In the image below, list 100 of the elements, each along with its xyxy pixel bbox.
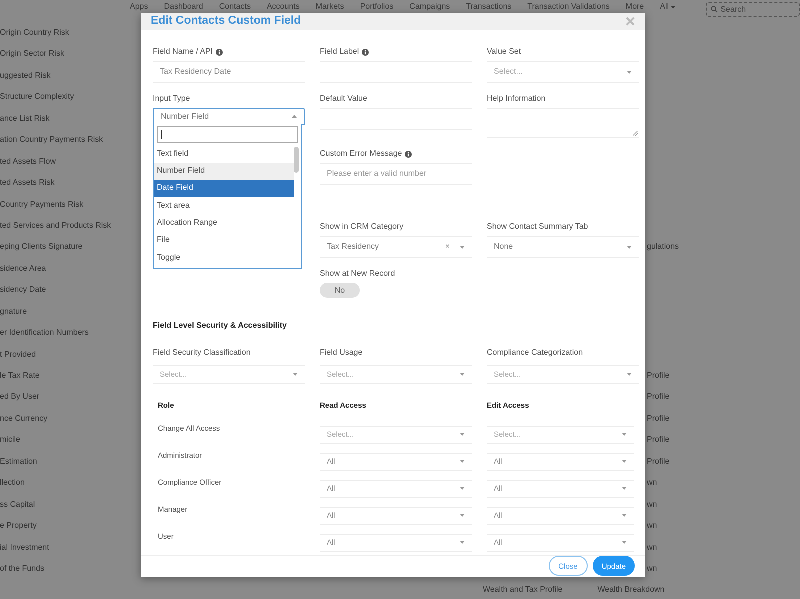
- text-field[interactable]: Tax Residency Date: [153, 61, 305, 84]
- nav-link[interactable]: Contacts: [219, 1, 251, 13]
- dropdown-option[interactable]: Allocation Range: [154, 214, 294, 232]
- dropdown-option[interactable]: File: [154, 232, 294, 250]
- list-item[interactable]: Origin Sector Risk: [0, 43, 141, 65]
- caret-icon: [622, 487, 627, 490]
- list-item[interactable]: micile: [0, 429, 141, 451]
- field-label: Help Information: [487, 95, 546, 104]
- dropdown-option[interactable]: Number Field: [154, 162, 294, 180]
- nav-link[interactable]: Portfolios: [360, 1, 394, 13]
- caret-icon: [460, 373, 465, 376]
- caret-icon: [460, 487, 465, 490]
- list-item[interactable]: Estimation: [0, 450, 141, 472]
- dropdown-option[interactable]: Text area: [154, 197, 294, 214]
- list-item[interactable]: nce Currency: [0, 408, 141, 430]
- caret-icon: [627, 70, 632, 74]
- list-item[interactable]: e Property: [0, 515, 141, 536]
- list-item[interactable]: Origin Country Risk: [0, 22, 141, 44]
- caret-icon: [460, 246, 465, 249]
- field-label: Default Value: [320, 95, 368, 104]
- resize-handle-icon: [633, 131, 638, 136]
- table-cell-text: wn: [647, 520, 658, 532]
- nav-link[interactable]: Accounts: [266, 1, 300, 13]
- field-label: Field Security Classification: [153, 348, 251, 358]
- table-cell-text: Profile: [647, 434, 671, 446]
- caret-icon: [293, 373, 298, 376]
- list-item[interactable]: er Identification Numbers: [0, 322, 141, 344]
- toggle-switch[interactable]: No: [320, 283, 360, 298]
- table-cell-text: Profile: [647, 391, 671, 404]
- caret-icon: [460, 541, 465, 544]
- select-field[interactable]: None: [487, 236, 639, 258]
- caret-icon: [622, 460, 627, 463]
- caret-icon: [622, 433, 627, 436]
- info-icon: [405, 150, 412, 158]
- list-item[interactable]: ted Assets Risk: [0, 172, 141, 194]
- list-item[interactable]: t Provided: [0, 344, 141, 365]
- modal-title: Edit Contacts Custom Field: [151, 14, 302, 29]
- caret-icon: [627, 246, 632, 249]
- table-cell-text: Profile: [647, 456, 671, 468]
- dropdown-option[interactable]: Date Field: [154, 180, 294, 198]
- list-item[interactable]: uggested Risk: [0, 64, 141, 86]
- list-item[interactable]: ial Investment: [0, 536, 141, 558]
- list-item[interactable]: ation Country Payments Risk: [0, 129, 141, 151]
- list-item[interactable]: sidency Date: [0, 279, 141, 301]
- select-field[interactable]: Select...: [487, 61, 639, 84]
- field-label: Input Type: [153, 95, 190, 104]
- field-label: Show in CRM Category: [320, 223, 404, 232]
- caret-icon: [671, 6, 676, 9]
- field-label: Show at New Record: [320, 270, 396, 278]
- table-cell-text: gulations: [647, 241, 680, 254]
- table-cell: Wealth and Tax Profile: [483, 584, 563, 596]
- nav-link[interactable]: Apps: [130, 1, 148, 13]
- caret-icon: [292, 115, 297, 118]
- nav-link[interactable]: Campaigns: [410, 1, 450, 13]
- caret-icon: [460, 514, 465, 517]
- info-icon: [216, 48, 224, 56]
- text-area[interactable]: [487, 108, 639, 138]
- table-cell-text: wn: [647, 542, 658, 554]
- field-label: Compliance Categorization: [487, 348, 584, 358]
- select-field[interactable]: Tax Residency ×: [320, 236, 472, 258]
- list-item[interactable]: ss Capital: [0, 494, 141, 516]
- nav-link[interactable]: Markets: [316, 1, 344, 13]
- nav-link[interactable]: Transactions: [466, 1, 512, 13]
- clear-button[interactable]: ×: [445, 243, 450, 252]
- nav-link[interactable]: Dashboard: [164, 1, 204, 13]
- list-item[interactable]: ed By User: [0, 386, 141, 408]
- caret-icon: [460, 433, 465, 436]
- list-item[interactable]: of the Funds: [0, 558, 141, 580]
- table-cell-text: wn: [647, 498, 658, 511]
- nav-link[interactable]: All: [660, 1, 670, 13]
- field-label: Field Usage: [320, 348, 363, 358]
- field-label: Show Contact Summary Tab: [487, 223, 588, 232]
- field-label: Field Name / API: [153, 48, 214, 56]
- caret-icon: [622, 514, 627, 517]
- nav-link[interactable]: More: [626, 1, 644, 13]
- close-icon[interactable]: [626, 17, 635, 26]
- dropdown-option[interactable]: Toggle: [154, 249, 294, 266]
- caret-icon: [460, 460, 465, 463]
- list-item[interactable]: sidence Area: [0, 258, 141, 280]
- list-item[interactable]: Structure Complexity: [0, 86, 141, 108]
- section-title: Field Level Security & Accessibility: [153, 320, 288, 332]
- table-cell-text: Profile: [647, 370, 671, 382]
- list-item[interactable]: llection: [0, 472, 141, 494]
- list-item[interactable]: eping Clients Signature: [0, 236, 141, 258]
- text-field[interactable]: Please enter a valid number: [320, 163, 472, 186]
- list-item[interactable]: gnature: [0, 300, 141, 322]
- caret-icon: [622, 541, 627, 544]
- info-icon: [362, 48, 370, 56]
- list-item[interactable]: Country Payments Risk: [0, 194, 141, 215]
- list-item[interactable]: ance List Risk: [0, 108, 141, 130]
- table-cell: Wealth Breakdown: [598, 584, 665, 596]
- list-item[interactable]: ted Services and Products Risk: [0, 214, 141, 236]
- list-item[interactable]: le Tax Rate: [0, 365, 141, 386]
- dropdown-option[interactable]: Text field: [154, 145, 294, 163]
- search-field[interactable]: Search: [706, 2, 800, 17]
- list-item[interactable]: ted Assets Flow: [0, 150, 141, 172]
- search-icon: [710, 6, 718, 13]
- dropdown-search-field[interactable]: [157, 126, 298, 144]
- nav-link[interactable]: Transaction Validations: [528, 1, 610, 13]
- caret-icon: [627, 373, 632, 376]
